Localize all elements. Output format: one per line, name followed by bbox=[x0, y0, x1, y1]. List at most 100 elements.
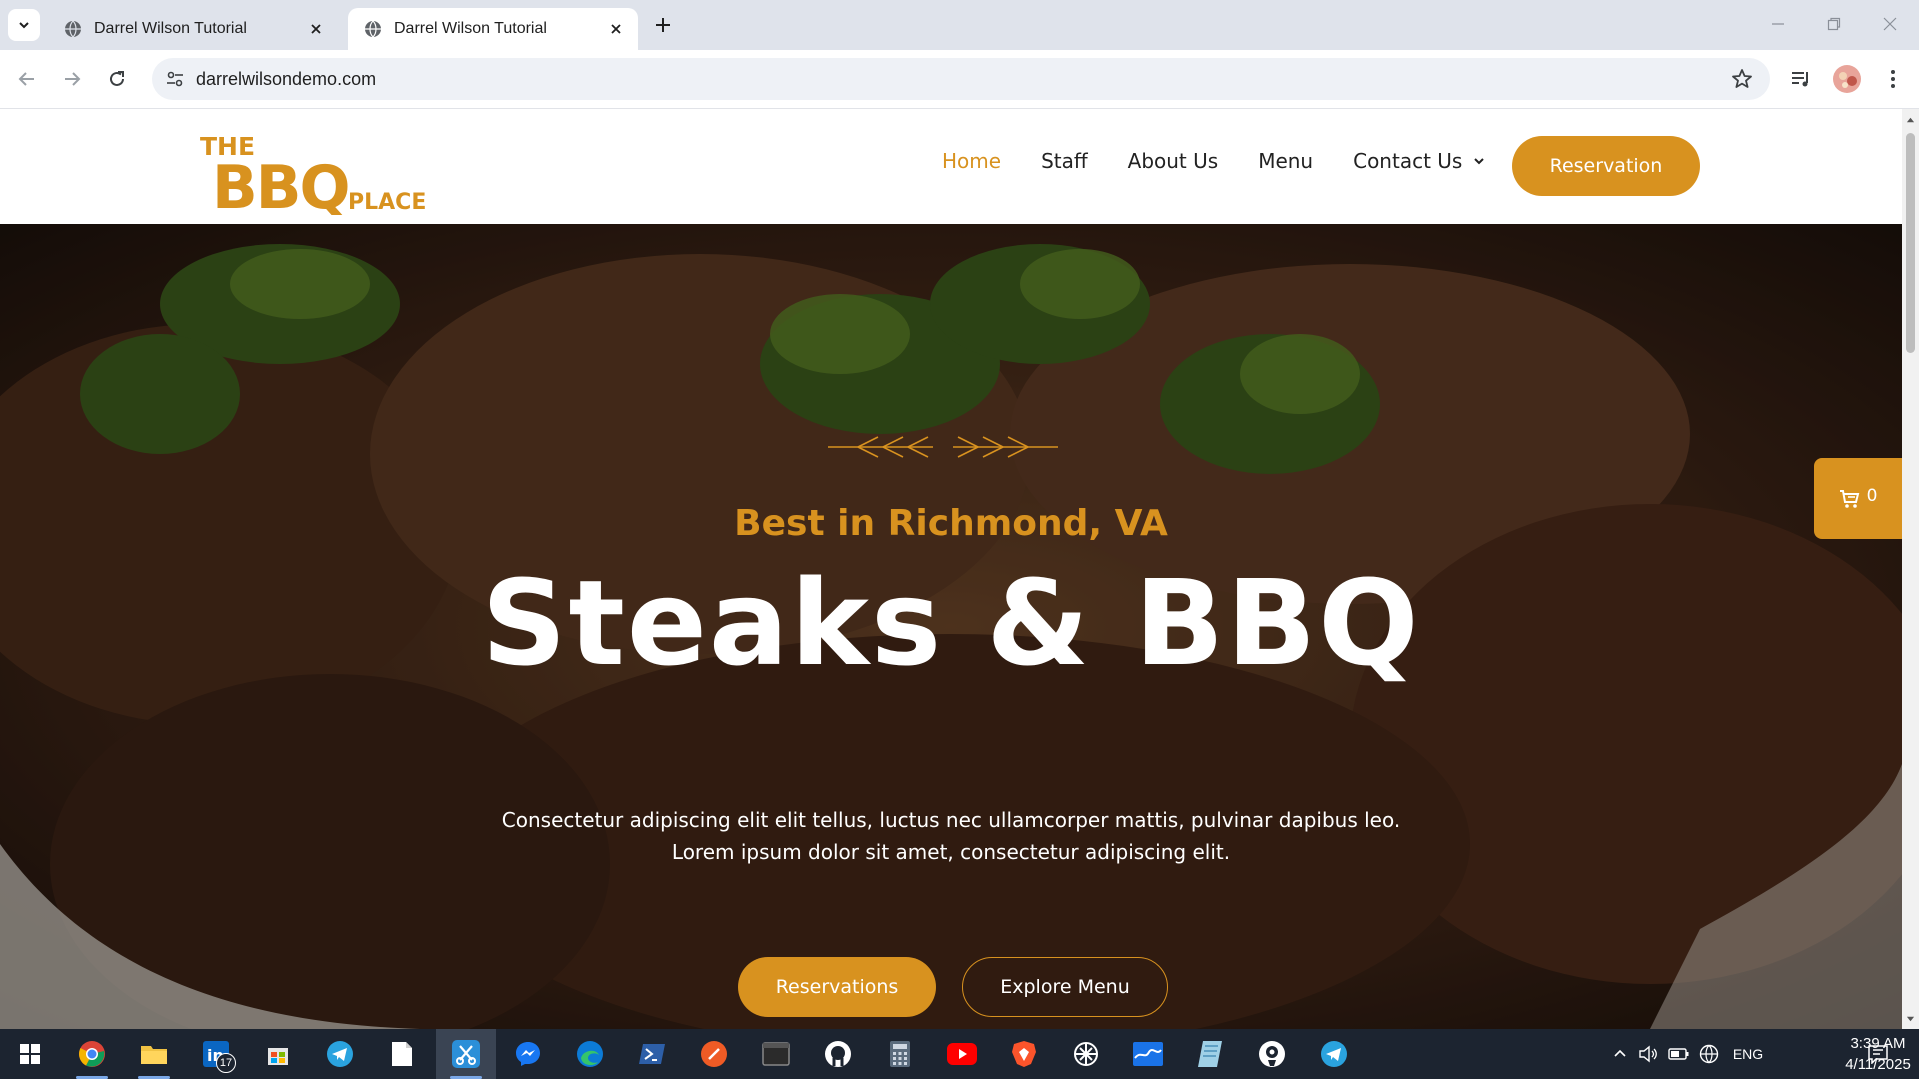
reload-button[interactable] bbox=[100, 62, 134, 96]
reservations-button[interactable]: Reservations bbox=[738, 957, 936, 1017]
messenger-icon bbox=[516, 1042, 540, 1066]
taskbar-chatgpt[interactable] bbox=[1056, 1029, 1116, 1079]
site-logo[interactable]: THE BBQ PLACE bbox=[200, 125, 430, 215]
taskbar-linkedin[interactable]: in 17 bbox=[186, 1029, 246, 1079]
show-hidden-icons-button[interactable] bbox=[1608, 1029, 1632, 1079]
cart-button[interactable]: 0 bbox=[1814, 458, 1902, 539]
site-header: THE BBQ PLACE Home Staff About Us Menu C… bbox=[0, 109, 1902, 224]
hero-title: Steaks & BBQ bbox=[481, 554, 1421, 692]
taskbar-github[interactable] bbox=[808, 1029, 868, 1079]
taskbar-mail[interactable] bbox=[1118, 1029, 1178, 1079]
nav-about-us[interactable]: About Us bbox=[1128, 149, 1219, 173]
new-tab-button[interactable] bbox=[650, 12, 676, 38]
more-menu-icon[interactable] bbox=[1878, 64, 1908, 94]
tab-title: Darrel Wilson Tutorial bbox=[94, 20, 247, 37]
taskbar-telegram-2[interactable] bbox=[1304, 1029, 1364, 1079]
taskbar-microsoft-store[interactable] bbox=[248, 1029, 308, 1079]
taskbar-telegram[interactable] bbox=[310, 1029, 370, 1079]
taskbar-file-explorer[interactable] bbox=[124, 1029, 184, 1079]
tab-title: Darrel Wilson Tutorial bbox=[394, 20, 547, 37]
volume-button[interactable] bbox=[1636, 1029, 1662, 1079]
profile-avatar[interactable] bbox=[1832, 64, 1862, 94]
url-text: darrelwilsondemo.com bbox=[196, 69, 377, 89]
plus-icon bbox=[656, 18, 670, 32]
postman-icon bbox=[701, 1041, 727, 1067]
globe-icon bbox=[65, 20, 81, 38]
battery-button[interactable] bbox=[1666, 1029, 1692, 1079]
github-icon bbox=[825, 1041, 851, 1067]
close-tab-icon[interactable] bbox=[306, 19, 326, 39]
document-icon bbox=[392, 1042, 412, 1066]
taskbar-notes[interactable] bbox=[1180, 1029, 1240, 1079]
page-scrollbar[interactable] bbox=[1902, 109, 1919, 1029]
restore-button[interactable] bbox=[1816, 10, 1852, 38]
forward-button[interactable] bbox=[55, 62, 89, 96]
tab-search-button[interactable] bbox=[8, 9, 40, 41]
close-icon bbox=[1883, 17, 1897, 31]
webcam-icon bbox=[1259, 1041, 1285, 1067]
telegram-icon bbox=[327, 1041, 353, 1067]
store-icon bbox=[268, 1048, 288, 1065]
browser-tab-bar: Darrel Wilson Tutorial Darrel Wilson Tut… bbox=[0, 0, 1919, 50]
globe-icon bbox=[1699, 1044, 1719, 1064]
taskbar-terminal[interactable] bbox=[746, 1029, 806, 1079]
chatgpt-icon bbox=[1074, 1042, 1098, 1066]
browser-tab[interactable]: Darrel Wilson Tutorial bbox=[48, 8, 338, 50]
mail-icon bbox=[1133, 1042, 1163, 1066]
notification-icon[interactable] bbox=[1868, 1044, 1888, 1064]
arrow-right-icon bbox=[65, 72, 81, 86]
globe-icon bbox=[365, 20, 381, 38]
chevron-down-icon bbox=[19, 22, 29, 29]
hero-description: Consectetur adipiscing elit elit tellus,… bbox=[501, 808, 1401, 864]
windows-logo-icon bbox=[20, 1044, 40, 1064]
taskbar-camo[interactable] bbox=[1242, 1029, 1302, 1079]
brave-icon bbox=[1012, 1041, 1036, 1067]
language-indicator[interactable]: ENG bbox=[1728, 1029, 1768, 1079]
explore-menu-button[interactable]: Explore Menu bbox=[962, 957, 1168, 1017]
windows-taskbar: in 17 ENG 3:39 AM 4/11/2025 bbox=[0, 1029, 1919, 1079]
notification-badge: 17 bbox=[216, 1053, 236, 1073]
arrow-left-icon bbox=[18, 72, 34, 86]
telegram-icon bbox=[1321, 1041, 1347, 1067]
svg-text:PLACE: PLACE bbox=[348, 190, 426, 215]
browser-tab-active[interactable]: Darrel Wilson Tutorial bbox=[348, 8, 638, 50]
reservation-button[interactable]: Reservation bbox=[1512, 136, 1700, 196]
scroll-up-icon[interactable] bbox=[1906, 115, 1915, 124]
minimize-button[interactable] bbox=[1760, 10, 1796, 38]
close-tab-icon[interactable] bbox=[606, 19, 626, 39]
chevron-up-icon bbox=[1614, 1049, 1626, 1057]
taskbar-notepad[interactable] bbox=[372, 1029, 432, 1079]
powershell-icon bbox=[639, 1044, 665, 1064]
speaker-icon bbox=[1639, 1045, 1657, 1063]
scrollbar-thumb[interactable] bbox=[1906, 133, 1915, 353]
start-button[interactable] bbox=[0, 1029, 60, 1079]
reload-icon bbox=[110, 71, 124, 86]
back-button[interactable] bbox=[10, 62, 44, 96]
bookmark-star-icon[interactable] bbox=[1730, 67, 1754, 91]
site-info-icon[interactable] bbox=[162, 66, 188, 92]
address-bar[interactable]: darrelwilsondemo.com bbox=[152, 58, 1770, 100]
nav-home[interactable]: Home bbox=[942, 149, 1001, 173]
network-button[interactable] bbox=[1696, 1029, 1722, 1079]
svg-text:BBQ: BBQ bbox=[212, 153, 348, 215]
scissors-icon bbox=[452, 1040, 480, 1068]
taskbar-powershell[interactable] bbox=[622, 1029, 682, 1079]
nav-menu[interactable]: Menu bbox=[1258, 149, 1313, 173]
hero-section: Best in Richmond, VA Steaks & BBQ Consec… bbox=[0, 224, 1902, 1029]
nav-contact-us[interactable]: Contact Us bbox=[1353, 149, 1486, 173]
taskbar-youtube[interactable] bbox=[932, 1029, 992, 1079]
taskbar-messenger[interactable] bbox=[498, 1029, 558, 1079]
taskbar-chrome[interactable] bbox=[62, 1029, 122, 1079]
scroll-down-icon[interactable] bbox=[1906, 1015, 1915, 1024]
taskbar-brave[interactable] bbox=[994, 1029, 1054, 1079]
cart-icon bbox=[1839, 489, 1859, 508]
taskbar-postman[interactable] bbox=[684, 1029, 744, 1079]
minimize-icon bbox=[1772, 23, 1784, 25]
taskbar-edge[interactable] bbox=[560, 1029, 620, 1079]
taskbar-snipping-tool[interactable] bbox=[436, 1029, 496, 1079]
close-window-button[interactable] bbox=[1872, 10, 1908, 38]
calculator-icon bbox=[890, 1041, 910, 1067]
taskbar-calculator[interactable] bbox=[870, 1029, 930, 1079]
media-control-icon[interactable] bbox=[1786, 64, 1816, 94]
nav-staff[interactable]: Staff bbox=[1041, 149, 1088, 173]
